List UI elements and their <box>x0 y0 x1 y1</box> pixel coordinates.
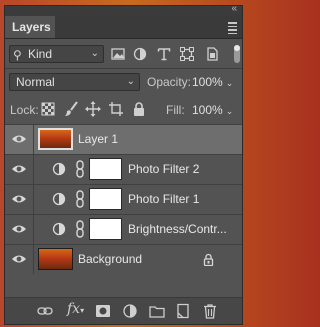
layer-name[interactable]: Photo Filter 1 <box>128 185 199 214</box>
divider <box>33 215 34 244</box>
layer-thumbnail[interactable] <box>38 248 73 270</box>
layer-name[interactable]: Layer 1 <box>78 125 118 154</box>
delete-layer-trash-icon[interactable] <box>202 303 218 319</box>
bottom-toolbar: fx▾ <box>5 297 242 324</box>
layer-row[interactable]: Photo Filter 1 <box>5 184 242 214</box>
adjustment-layer-icon[interactable] <box>52 222 66 236</box>
filter-kind-label: Kind <box>28 47 53 61</box>
new-layer-icon[interactable] <box>175 303 191 319</box>
fill-value: 100% <box>192 103 223 117</box>
chain-link-icon[interactable] <box>75 220 85 238</box>
divider <box>33 185 34 214</box>
divider <box>33 245 34 274</box>
layer-name[interactable]: Photo Filter 2 <box>128 155 199 184</box>
visibility-eye-icon[interactable] <box>11 162 27 176</box>
fill-field[interactable]: 100% ⌄ <box>192 101 233 119</box>
filter-row: ⚲ Kind ⌄ <box>5 41 242 67</box>
visibility-eye-icon[interactable] <box>11 192 27 206</box>
link-layers-icon[interactable] <box>37 303 53 319</box>
blend-row: Normal ⌄ Opacity: 100% ⌄ <box>5 70 242 94</box>
visibility-eye-icon[interactable] <box>11 132 27 146</box>
lock-label: Lock: <box>10 103 39 117</box>
layer-thumbnail[interactable] <box>38 128 73 150</box>
layer-name[interactable]: Brightness/Contr... <box>128 215 238 244</box>
lock-image-pixels-icon[interactable] <box>63 101 79 117</box>
lock-transparent-pixels-icon[interactable] <box>40 101 56 117</box>
lock-artboard-icon[interactable] <box>108 101 124 117</box>
search-icon: ⚲ <box>13 48 22 62</box>
opacity-field[interactable]: 100% ⌄ <box>192 73 233 91</box>
lock-icon[interactable] <box>203 253 214 266</box>
image-filter-icon[interactable] <box>111 47 125 61</box>
chevron-down-icon: ⌄ <box>225 106 234 116</box>
divider <box>33 155 34 184</box>
layer-row[interactable]: Photo Filter 2 <box>5 154 242 184</box>
layers-panel: « Layers ⚲ Kind ⌄ Normal ⌄ Opacity: 100%… <box>4 3 243 325</box>
fx-label: fx <box>67 301 81 317</box>
layer-row[interactable]: Brightness/Contr... <box>5 214 242 244</box>
shape-filter-icon[interactable] <box>180 47 194 61</box>
adjustment-filter-icon[interactable] <box>133 47 147 61</box>
layer-name[interactable]: Background <box>78 245 142 274</box>
chain-link-icon[interactable] <box>75 160 85 178</box>
add-layer-mask-icon[interactable] <box>95 303 111 319</box>
visibility-eye-icon[interactable] <box>11 252 27 266</box>
layer-mask-thumbnail[interactable] <box>89 188 122 210</box>
chevron-down-icon: ⌄ <box>90 48 99 59</box>
opacity-label: Opacity: <box>147 75 192 89</box>
chain-link-icon[interactable] <box>75 190 85 208</box>
lock-row: Lock: Fill: 100% ⌄ <box>5 98 242 122</box>
new-group-folder-icon[interactable] <box>149 303 165 319</box>
lock-all-icon[interactable] <box>131 101 147 117</box>
filter-toggle[interactable] <box>234 45 240 63</box>
visibility-eye-icon[interactable] <box>11 222 27 236</box>
chevron-down-icon: ⌄ <box>126 76 135 87</box>
blend-mode-value: Normal <box>16 75 55 89</box>
lock-position-icon[interactable] <box>85 101 101 117</box>
layer-style-fx-button[interactable]: fx▾ <box>67 301 84 317</box>
filter-kind-select[interactable]: ⚲ Kind ⌄ <box>9 45 104 63</box>
panel-menu-icon[interactable] <box>228 22 237 36</box>
tab-bar: Layers <box>5 16 242 39</box>
chevron-down-icon: ⌄ <box>225 78 234 88</box>
fill-label: Fill: <box>166 103 185 117</box>
collapse-chevron-icon[interactable]: « <box>231 3 237 14</box>
panel-collapse-bar[interactable]: « <box>5 3 242 16</box>
adjustment-layer-icon[interactable] <box>52 162 66 176</box>
new-adjustment-layer-icon[interactable] <box>122 303 138 319</box>
adjustment-layer-icon[interactable] <box>52 192 66 206</box>
tab-layers[interactable]: Layers <box>5 16 55 38</box>
blend-mode-select[interactable]: Normal ⌄ <box>9 73 140 91</box>
smart-object-filter-icon[interactable] <box>205 47 219 61</box>
opacity-value: 100% <box>192 75 223 89</box>
layer-row[interactable]: Background <box>5 244 242 274</box>
layer-row[interactable]: Layer 1 <box>5 124 242 154</box>
type-filter-icon[interactable] <box>157 47 171 61</box>
chevron-down-icon: ▾ <box>80 306 85 315</box>
layer-mask-thumbnail[interactable] <box>89 158 122 180</box>
divider <box>33 125 34 154</box>
divider <box>5 68 242 69</box>
layer-mask-thumbnail[interactable] <box>89 218 122 240</box>
